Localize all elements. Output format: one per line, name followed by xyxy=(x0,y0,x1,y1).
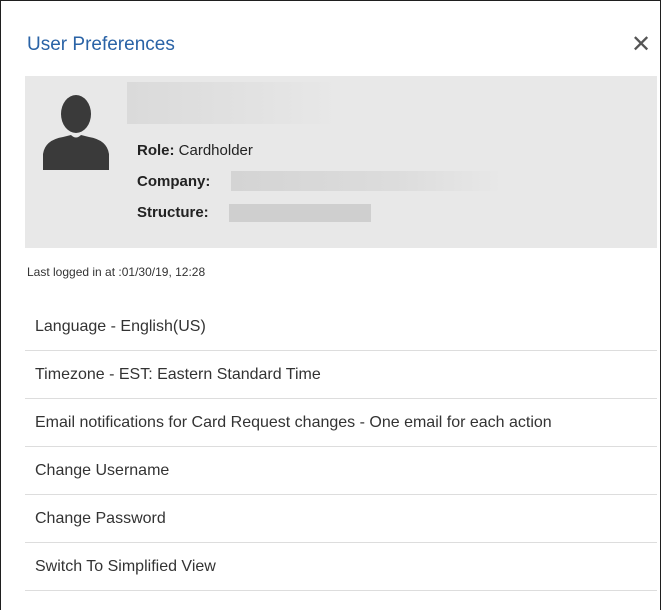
dialog-title: User Preferences xyxy=(27,34,175,55)
menu-item-email-notifications[interactable]: Email notifications for Card Request cha… xyxy=(25,399,657,447)
user-preferences-dialog: User Preferences ✕ Role: Cardholder Comp… xyxy=(0,0,661,610)
redacted-structure xyxy=(229,204,371,222)
menu-item-timezone[interactable]: Timezone - EST: Eastern Standard Time xyxy=(25,351,657,399)
role-label: Role: xyxy=(137,142,175,159)
structure-label: Structure: xyxy=(137,204,209,221)
preferences-menu: Language - English(US) Timezone - EST: E… xyxy=(25,303,657,591)
last-logged-in: Last logged in at :01/30/19, 12:28 xyxy=(27,265,206,279)
menu-item-language[interactable]: Language - English(US) xyxy=(25,303,657,351)
menu-item-change-password[interactable]: Change Password xyxy=(25,495,657,543)
close-icon[interactable]: ✕ xyxy=(631,32,651,56)
company-row: Company: xyxy=(137,173,210,190)
role-value: Cardholder xyxy=(178,142,253,159)
structure-row: Structure: xyxy=(137,204,209,221)
menu-item-simplified-view[interactable]: Switch To Simplified View xyxy=(25,543,657,591)
redacted-company xyxy=(231,171,503,191)
profile-card: Role: Cardholder Company: Structure: xyxy=(25,76,657,248)
menu-item-change-username[interactable]: Change Username xyxy=(25,447,657,495)
role-row: Role: Cardholder xyxy=(137,142,253,159)
user-silhouette-icon xyxy=(43,95,109,170)
redacted-user-name xyxy=(127,82,339,124)
company-label: Company: xyxy=(137,173,211,190)
